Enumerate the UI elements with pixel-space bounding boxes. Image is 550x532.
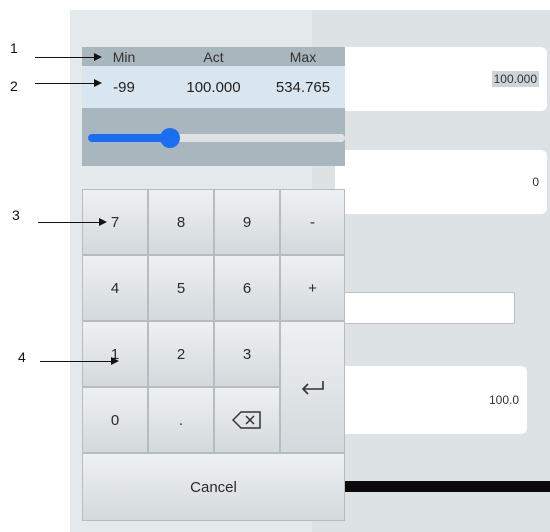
key-8[interactable]: 8: [148, 189, 214, 255]
enter-icon: [301, 381, 324, 395]
divider-bar: [340, 481, 550, 492]
annotation-1-arrow-icon: [94, 53, 102, 61]
value-field-2[interactable]: 0: [335, 150, 547, 214]
key-backspace[interactable]: [214, 387, 280, 453]
annotation-4-arrow-icon: [111, 357, 119, 365]
key-6[interactable]: 6: [214, 255, 280, 321]
value-field-4[interactable]: 100.0: [335, 366, 527, 434]
annotation-1: 1: [10, 40, 18, 56]
key-1[interactable]: 1: [82, 321, 148, 387]
value-field-1-text: 100.000: [491, 71, 539, 87]
annotation-2-line: [35, 83, 95, 84]
value-field-2-text: 0: [532, 175, 539, 189]
key-0[interactable]: 0: [82, 387, 148, 453]
value-field-3[interactable]: [335, 292, 515, 324]
annotation-2: 2: [10, 78, 18, 94]
annotation-4: 4: [18, 349, 26, 365]
value-field-1[interactable]: 100.000: [335, 47, 547, 111]
annotation-3-arrow-icon: [99, 218, 107, 226]
key-3[interactable]: 3: [214, 321, 280, 387]
slider-fill: [88, 134, 171, 142]
min-value: -99: [113, 78, 135, 96]
key-minus[interactable]: -: [280, 189, 345, 255]
value-field-4-text: 100.0: [488, 393, 519, 407]
key-enter[interactable]: [280, 321, 345, 453]
act-label: Act: [203, 48, 224, 65]
annotation-2-arrow-icon: [94, 79, 102, 87]
range-values: -99 100.000 534.765: [82, 66, 345, 108]
backspace-icon: [232, 411, 261, 429]
annotation-4-line: [40, 361, 112, 362]
annotation-3-line: [38, 222, 100, 223]
key-decimal[interactable]: .: [148, 387, 214, 453]
annotation-3: 3: [12, 207, 20, 223]
annotation-1-line: [35, 57, 95, 58]
key-9[interactable]: 9: [214, 189, 280, 255]
key-plus[interactable]: +: [280, 255, 345, 321]
act-value: 100.000: [186, 78, 241, 96]
key-4[interactable]: 4: [82, 255, 148, 321]
key-5[interactable]: 5: [148, 255, 214, 321]
range-header: Min Act Max: [82, 47, 345, 66]
keypad: 7 8 9 - 4 5 6 + 1 2 3 0 . Cancel: [82, 189, 345, 521]
max-label: Max: [289, 48, 317, 65]
cancel-button[interactable]: Cancel: [82, 453, 345, 521]
max-value: 534.765: [275, 78, 331, 96]
key-2[interactable]: 2: [148, 321, 214, 387]
